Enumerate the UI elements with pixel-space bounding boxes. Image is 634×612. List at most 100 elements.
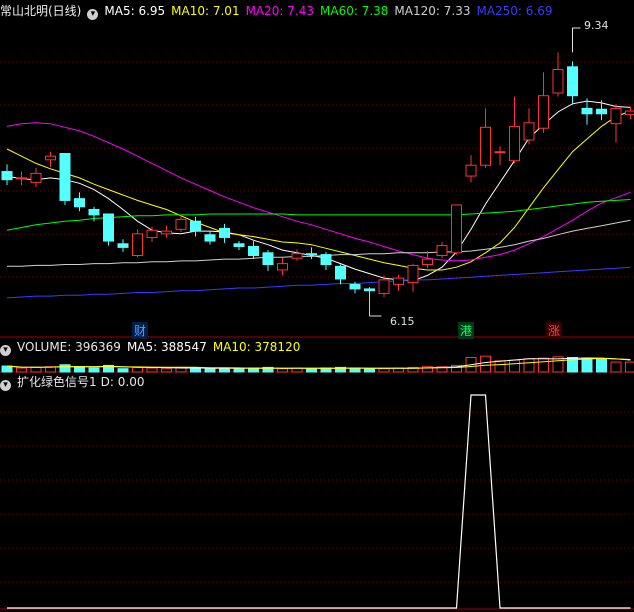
candle-body [494,151,506,154]
volume-bar [349,367,361,373]
volume-bar [494,360,506,373]
candle-body [538,95,549,129]
chevron-down-icon[interactable]: ▾ [0,345,11,356]
volume-bar [132,366,143,373]
ma-line [6,122,631,262]
ma-line [6,199,631,231]
candle-body [364,288,375,292]
volume-bar [596,358,607,373]
volume-bar [16,367,27,373]
volume-bar [59,364,71,373]
candle-body [436,245,448,257]
ma-legend-item: MA120: [394,4,444,18]
candle-body [175,218,187,230]
indicator-d: D: 0.00 [100,375,145,389]
volume-bar [204,368,216,373]
volume-bar [480,355,491,373]
candle-body [581,107,593,115]
volume-bar [625,361,634,373]
indicator-name: 扩化绿色信号1 [17,375,97,389]
candle-body [349,283,361,290]
volume-bar [581,358,593,373]
candle-body [30,172,42,183]
volume-bar [364,368,375,373]
candle-body [16,177,27,180]
marker-gang[interactable]: 港 [458,322,475,339]
volume-bar [190,367,201,373]
ma-legend-item: MA5: [104,4,139,18]
candle-body [277,263,288,271]
volume-bar [74,366,85,373]
high-price-label: 9.34 [584,19,609,32]
candle-body [45,155,56,161]
ma-line [6,266,631,299]
candle-body [161,230,172,235]
candle-body [233,243,245,247]
volume-bar [117,368,129,373]
chevron-down-icon[interactable]: ▾ [0,380,11,391]
candle-body [190,220,201,232]
high-pointer [572,27,581,53]
indicator-header: ▾ 扩化绿色信号1 D: 0.00 [0,373,150,391]
candle-body [422,258,433,266]
volume-bar [610,361,622,373]
candle-body [451,204,462,254]
candle-body [74,198,85,208]
stock-name: 常山北明(日线) [0,4,82,18]
volume-bar [277,368,288,373]
volume-ma10: MA10: 378120 [212,340,301,354]
ma-legend-item: MA20: [245,4,288,18]
ma-legend-value: 7.38 [361,4,389,18]
ma-legend-item: MA10: [171,4,213,18]
candle-body [552,69,564,94]
candle-body [103,213,114,242]
candle-body [219,227,230,238]
candle-body [567,66,578,97]
ma-legend-value: 6.69 [525,4,553,18]
chart-canvas [0,27,634,610]
volume-bar [538,357,549,373]
candle-body [523,122,535,141]
volume-header: ▾ VOLUME: 396369 MA5: 388547 MA10: 378120 [0,338,306,356]
ma-legend-item: MA250: [476,4,526,18]
candle-body [509,125,520,162]
candle-body [132,233,143,257]
candle-body [378,279,390,294]
candle-body [291,253,303,259]
candle-body [146,229,158,238]
candle-body [88,208,100,216]
volume-bar [30,366,42,373]
marker-cai[interactable]: 财 [132,322,149,339]
candle-body [625,110,634,116]
ma-legend-value: 7.43 [287,4,314,18]
volume-bar [161,368,172,373]
ma-legend: MA5: 6.95 MA10: 7.01 MA20: 7.43 MA60: 7.38 M… [104,4,558,18]
ma-legend-value: 7.01 [212,4,240,18]
main-header: 常山北明(日线) ▾ MA5: 6.95 MA10: 7.01 MA20: 7.43 MA… [0,2,565,20]
candle-body [393,277,404,285]
candle-body [306,253,317,256]
candle-body [596,108,607,115]
candle-body [262,252,274,266]
volume-bar [233,368,245,373]
candle-body [407,264,419,284]
volume-bar [88,367,100,373]
volume-label: VOLUME: 396369 [17,340,121,354]
volume-bar [523,358,535,373]
candle-body [248,245,259,257]
candle-body [117,243,129,248]
volume-bar [306,368,317,373]
candle-body [320,254,332,266]
ma-legend-item: MA60: [320,4,362,18]
candle-body [1,171,13,181]
ma-legend-value: 7.33 [443,4,471,18]
volume-bar [146,367,158,373]
candle-body [335,265,346,280]
volume-bar [378,368,390,373]
candle-body [465,164,477,177]
marker-zhang[interactable]: 涨 [546,322,563,339]
chevron-down-icon[interactable]: ▾ [87,9,99,20]
candle-body [480,126,491,166]
candle-body [204,234,216,242]
ma-legend-value: 6.95 [138,4,166,18]
